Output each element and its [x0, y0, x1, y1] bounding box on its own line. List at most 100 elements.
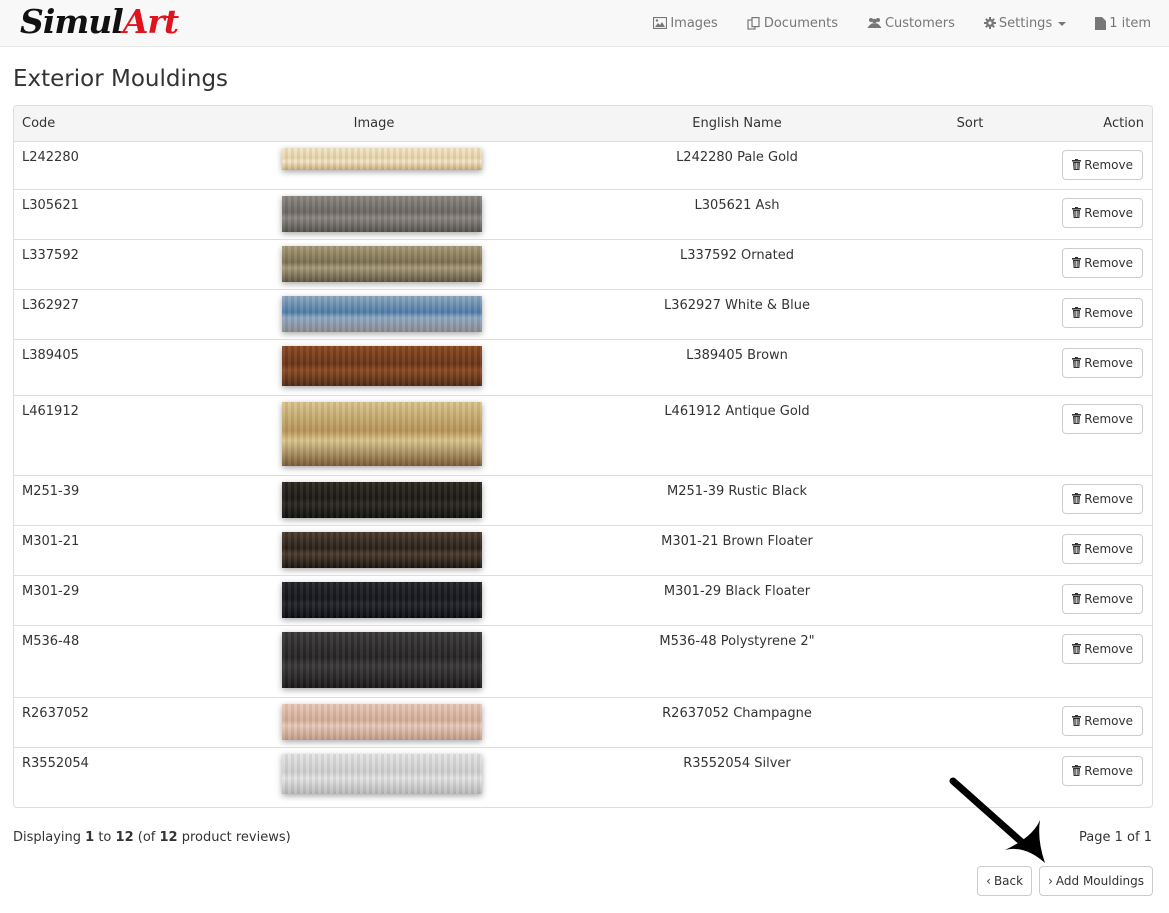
trash-icon	[1072, 307, 1082, 318]
moulding-thumbnail[interactable]	[282, 345, 482, 386]
cell-english-name: M301-21 Brown Floater	[554, 524, 920, 575]
remove-label: Remove	[1084, 305, 1133, 320]
gear-icon	[983, 17, 996, 29]
trash-icon	[1072, 715, 1082, 726]
annotation-arrow-icon	[949, 777, 1045, 863]
nav-label: Images	[670, 15, 718, 31]
cell-english-name: L389405 Brown	[554, 338, 920, 395]
moulding-thumbnail[interactable]	[282, 295, 482, 332]
cell-english-name: R2637052 Champagne	[554, 696, 920, 747]
remove-button[interactable]: Remove	[1062, 347, 1143, 378]
add-mouldings-label: Add Mouldings	[1055, 874, 1144, 888]
nav-item-images[interactable]: Images	[653, 16, 718, 31]
column-header-sort[interactable]: Sort	[920, 106, 1020, 142]
trash-icon	[1072, 257, 1082, 268]
moulding-thumbnail[interactable]	[282, 531, 482, 568]
remove-label: Remove	[1084, 541, 1133, 556]
moulding-thumbnail[interactable]	[282, 631, 482, 688]
brand-logo[interactable]: SimulArt	[20, 2, 179, 42]
remove-button[interactable]: Remove	[1062, 533, 1143, 564]
brand-part-1: Simul	[20, 2, 124, 41]
remove-button[interactable]: Remove	[1062, 403, 1143, 434]
remove-label: Remove	[1084, 763, 1133, 778]
moulding-thumbnail[interactable]	[282, 195, 482, 232]
remove-button[interactable]: Remove	[1062, 755, 1143, 786]
nav-item-settings[interactable]: Settings	[983, 16, 1067, 31]
moulding-thumbnail[interactable]	[282, 753, 482, 794]
cell-sort	[920, 574, 1020, 625]
cell-code: R2637052	[14, 696, 194, 747]
cell-sort	[920, 624, 1020, 697]
chevron-left-icon: ‹	[986, 874, 991, 888]
remove-button[interactable]: Remove	[1062, 583, 1143, 614]
nav-label: Documents	[763, 15, 838, 31]
cell-action: Remove	[1020, 696, 1152, 747]
cell-action: Remove	[1020, 288, 1152, 339]
summary-from: 1	[85, 830, 95, 845]
cell-code: M301-21	[14, 524, 194, 575]
nav-item-customers[interactable]: Customers	[867, 16, 955, 31]
cell-sort	[920, 474, 1020, 525]
back-button[interactable]: ‹ Back	[977, 866, 1033, 896]
table-row: M301-21 M301-21 Brown Floater Remove	[14, 524, 1152, 575]
remove-label: Remove	[1084, 255, 1133, 270]
cell-english-name: L461912 Antique Gold	[554, 394, 920, 475]
column-header-code[interactable]: Code	[14, 106, 194, 142]
remove-button[interactable]: Remove	[1062, 705, 1143, 736]
remove-label: Remove	[1084, 205, 1133, 220]
chevron-right-icon: ›	[1048, 874, 1053, 888]
table-row: L242280 L242280 Pale Gold Remove	[14, 141, 1152, 189]
remove-button[interactable]: Remove	[1062, 247, 1143, 278]
trash-icon	[1072, 207, 1082, 218]
remove-button[interactable]: Remove	[1062, 483, 1143, 514]
cell-english-name: L337592 Ornated	[554, 238, 920, 289]
column-header-action: Action	[1020, 106, 1152, 142]
remove-button[interactable]: Remove	[1062, 197, 1143, 228]
main-nav: Images Documents Customers Settings 1 it…	[624, 0, 1151, 46]
cell-english-name: L305621 Ash	[554, 188, 920, 239]
trash-icon	[1072, 159, 1082, 170]
cell-image	[194, 188, 554, 239]
moulding-thumbnail[interactable]	[282, 703, 482, 740]
moulding-thumbnail[interactable]	[282, 245, 482, 282]
cell-image	[194, 624, 554, 697]
summary-total: 12	[159, 830, 178, 845]
documents-icon	[747, 16, 760, 30]
summary-to-word: to	[94, 830, 116, 845]
remove-label: Remove	[1084, 591, 1133, 606]
cell-english-name: L362927 White & Blue	[554, 288, 920, 339]
add-mouldings-button[interactable]: › Add Mouldings	[1039, 866, 1153, 896]
cell-image	[194, 696, 554, 747]
nav-item-cart[interactable]: 1 item	[1095, 16, 1151, 31]
file-icon	[1095, 16, 1107, 30]
remove-button[interactable]: Remove	[1062, 297, 1143, 328]
remove-label: Remove	[1084, 713, 1133, 728]
trash-icon	[1072, 357, 1082, 368]
cell-english-name: L242280 Pale Gold	[676, 149, 798, 165]
moulding-thumbnail[interactable]	[282, 401, 482, 466]
page-info: Page 1 of 1	[1079, 830, 1152, 845]
remove-button[interactable]: Remove	[1062, 633, 1143, 664]
remove-button[interactable]: Remove	[1062, 149, 1143, 180]
trash-icon	[1072, 643, 1082, 654]
cell-sort	[920, 338, 1020, 395]
navbar: SimulArt Images Documents Customers Sett…	[0, 0, 1169, 47]
cell-english-name: M301-29 Black Floater	[554, 574, 920, 625]
table-row: M536-48 M536-48 Polystyrene 2" Remove	[14, 624, 1152, 697]
cell-code: L242280	[22, 149, 79, 165]
column-header-english-name[interactable]: English Name	[554, 106, 920, 142]
nav-item-documents[interactable]: Documents	[747, 16, 838, 31]
cell-image	[194, 288, 554, 339]
trash-icon	[1072, 413, 1082, 424]
mouldings-table-panel: Code Image English Name Sort Action L242…	[13, 105, 1153, 808]
table-row: R2637052 R2637052 Champagne Remove	[14, 696, 1152, 747]
cell-action: Remove	[1020, 624, 1152, 697]
cell-sort	[920, 238, 1020, 289]
cell-action: Remove	[1020, 188, 1152, 239]
cell-sort	[920, 394, 1020, 475]
moulding-thumbnail[interactable]	[282, 147, 482, 170]
moulding-thumbnail[interactable]	[282, 481, 482, 518]
cell-image	[194, 238, 554, 289]
trash-icon	[1072, 593, 1082, 604]
moulding-thumbnail[interactable]	[282, 581, 482, 618]
